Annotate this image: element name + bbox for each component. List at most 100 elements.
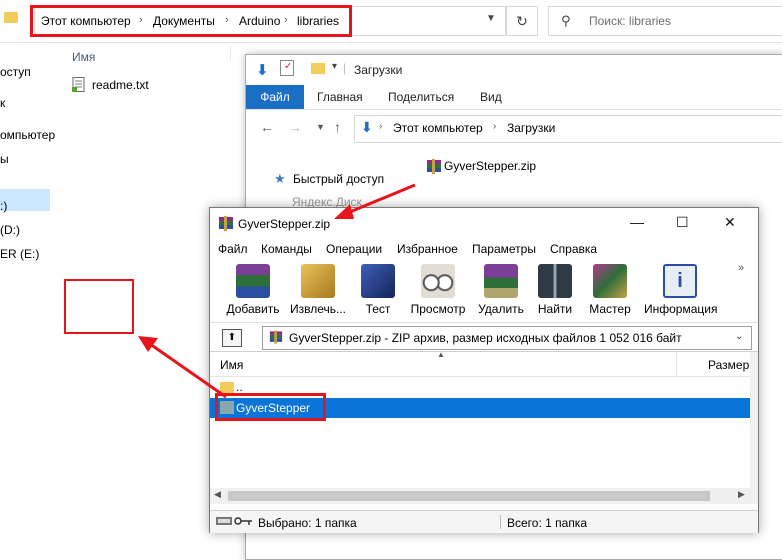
winrar-toolbar: Добавить Извлечь... Тест Просмотр Удалит…: [210, 260, 758, 323]
checkmark-icon: ✓: [284, 61, 293, 72]
file-list-header: ▲ Имя Размер: [210, 350, 758, 377]
refresh-icon[interactable]: ↻: [506, 6, 538, 36]
winrar-window: GyverStepper.zip — ☐ ✕ Файл Команды Опер…: [209, 207, 759, 533]
tab-home[interactable]: Главная: [317, 90, 363, 104]
status-divider: [500, 515, 501, 529]
menu-help[interactable]: Справка: [550, 242, 597, 256]
disk-key-icon[interactable]: [216, 516, 254, 526]
chevron-down-icon[interactable]: ▼: [486, 13, 496, 24]
breadcrumb-this-pc[interactable]: Этот компьютер: [393, 121, 483, 135]
status-selected: Выбрано: 1 папка: [258, 516, 357, 530]
tab-view[interactable]: Вид: [480, 90, 502, 104]
sidebar-item[interactable]: омпьютер: [0, 128, 55, 142]
wizard-icon: [593, 264, 627, 298]
info-icon: i: [663, 264, 697, 298]
view-label: Просмотр: [410, 302, 466, 316]
breadcrumb-downloads[interactable]: Загрузки: [507, 121, 555, 135]
find-button[interactable]: Найти: [526, 264, 584, 316]
scrollbar-thumb[interactable]: [228, 491, 710, 501]
up-folder-icon[interactable]: ⬆: [222, 329, 242, 347]
annotation-box-drop-target: [64, 279, 134, 334]
add-icon: [236, 264, 270, 298]
ribbon-tabs: Файл Главная Поделиться Вид: [246, 85, 782, 110]
menu-file[interactable]: Файл: [218, 242, 248, 256]
column-header-size[interactable]: Размер: [708, 358, 749, 372]
file-item-readme[interactable]: readme.txt: [92, 78, 149, 92]
quick-access-dropdown-icon[interactable]: ▾: [332, 61, 337, 72]
winrar-app-icon: [219, 216, 233, 231]
view-icon: [421, 264, 455, 298]
navigation-pane: оступ к омпьютер ы :) (D:) ER (E:): [0, 43, 55, 558]
sidebar-item[interactable]: ER (E:): [0, 247, 39, 261]
sidebar-item-quick-access[interactable]: Быстрый доступ: [293, 172, 384, 186]
close-icon[interactable]: ✕: [724, 214, 736, 231]
downloads-address-bar[interactable]: ⬇ › Этот компьютер › Загрузки: [354, 115, 782, 143]
back-arrow-icon[interactable]: ←: [260, 119, 274, 135]
winrar-titlebar: GyverStepper.zip — ☐ ✕: [210, 208, 758, 239]
menu-options[interactable]: Параметры: [472, 242, 536, 256]
download-arrow-icon[interactable]: ⬇: [256, 61, 269, 79]
info-label: Информация: [644, 302, 718, 316]
search-placeholder: Поиск: libraries: [589, 14, 671, 28]
text-file-icon: [72, 77, 85, 92]
menu-operations[interactable]: Операции: [326, 242, 382, 256]
sort-indicator-icon: ▲: [437, 350, 445, 359]
sidebar-item[interactable]: :): [0, 199, 7, 213]
status-total: Всего: 1 папка: [507, 516, 587, 530]
archive-path-text: GyverStepper.zip - ZIP архив, размер исх…: [289, 331, 682, 345]
column-divider[interactable]: [230, 46, 231, 60]
menu-favorites[interactable]: Избранное: [397, 242, 458, 256]
downloads-title: Загрузки: [354, 63, 403, 77]
archive-path-combobox[interactable]: GyverStepper.zip - ZIP архив, размер исх…: [262, 326, 752, 350]
test-button[interactable]: Тест: [349, 264, 407, 316]
new-folder-icon[interactable]: [311, 63, 325, 74]
annotation-box-address: [30, 5, 352, 37]
sidebar-item[interactable]: (D:): [0, 223, 20, 237]
forward-arrow-icon[interactable]: →: [288, 119, 302, 135]
search-box[interactable]: ⚲ Поиск: libraries: [548, 6, 782, 36]
winrar-title: GyverStepper.zip: [238, 217, 331, 231]
menu-commands[interactable]: Команды: [261, 242, 312, 256]
scroll-right-icon[interactable]: ▶: [738, 489, 745, 500]
tab-share[interactable]: Поделиться: [388, 90, 454, 104]
up-arrow-icon[interactable]: ↑: [334, 119, 341, 135]
toolbar-overflow-icon[interactable]: »: [738, 262, 744, 274]
breadcrumb-separator-icon[interactable]: ›: [379, 121, 382, 132]
test-icon: [361, 264, 395, 298]
sidebar-item[interactable]: к: [0, 96, 5, 110]
sidebar-item[interactable]: оступ: [0, 65, 31, 79]
wizard-label: Мастер: [589, 302, 631, 316]
annotation-box-folder: [215, 393, 326, 421]
add-label: Добавить: [226, 302, 280, 316]
parent-folder-label: ..: [236, 380, 243, 394]
column-divider[interactable]: [676, 352, 677, 376]
extract-icon: [301, 264, 335, 298]
tab-file[interactable]: Файл: [246, 85, 304, 109]
download-location-icon: ⬇: [361, 119, 373, 135]
info-button[interactable]: i Информация: [644, 264, 718, 316]
add-button[interactable]: Добавить: [224, 264, 282, 316]
annotation-arrowhead: [138, 336, 158, 352]
extract-label: Извлечь...: [289, 302, 346, 316]
chevron-down-icon[interactable]: ⌄: [735, 331, 743, 342]
scroll-left-icon[interactable]: ◀: [214, 489, 221, 500]
zip-archive-icon: [427, 159, 441, 174]
breadcrumb-separator-icon[interactable]: ›: [493, 121, 496, 132]
extract-button[interactable]: Извлечь...: [289, 264, 347, 316]
column-header-name[interactable]: Имя: [72, 50, 95, 64]
maximize-icon[interactable]: ☐: [676, 214, 689, 231]
vertical-scrollbar[interactable]: [750, 352, 758, 504]
title-divider: |: [343, 61, 347, 75]
minimize-icon[interactable]: —: [630, 214, 644, 230]
column-header-name[interactable]: Имя: [220, 358, 243, 372]
view-button[interactable]: Просмотр: [409, 264, 467, 316]
search-icon: ⚲: [561, 13, 571, 28]
downloads-titlebar: ⬇ ✓ ▾ | Загрузки: [246, 55, 782, 85]
folder-icon: [220, 382, 234, 393]
wizard-button[interactable]: Мастер: [581, 264, 639, 316]
find-label: Найти: [537, 302, 573, 316]
recent-dropdown-icon[interactable]: ▼: [316, 122, 325, 132]
file-item-gyverstepper-zip[interactable]: GyverStepper.zip: [444, 159, 536, 173]
delete-button[interactable]: Удалить: [472, 264, 530, 316]
sidebar-item[interactable]: ы: [0, 152, 9, 166]
